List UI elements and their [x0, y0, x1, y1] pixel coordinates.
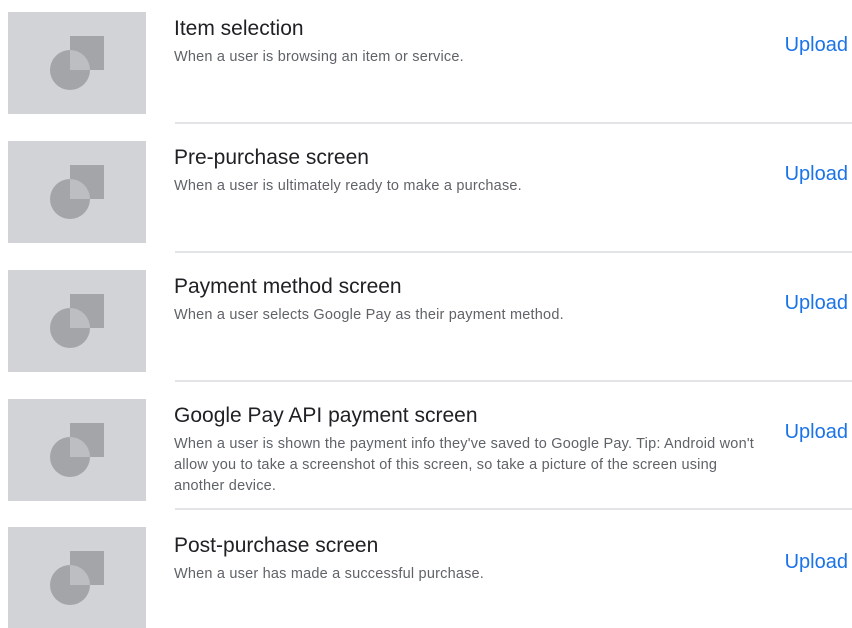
image-placeholder-icon — [50, 550, 104, 605]
screen-description: When a user selects Google Pay as their … — [174, 307, 564, 323]
screen-title: Item selection — [174, 17, 304, 40]
image-placeholder-icon — [50, 165, 104, 219]
image-placeholder-icon — [50, 423, 104, 477]
upload-button[interactable]: Upload — [785, 291, 848, 315]
screen-title: Pre-purchase screen — [174, 146, 369, 169]
screen-description: When a user is shown the payment info th… — [174, 436, 755, 494]
upload-button[interactable]: Upload — [785, 33, 848, 57]
image-placeholder-icon — [50, 294, 104, 348]
list-item: Item selection When a user is browsing a… — [0, 0, 852, 122]
screenshot-thumbnail — [8, 399, 146, 501]
screenshot-thumbnail — [8, 527, 146, 628]
screenshot-upload-list: Item selection When a user is browsing a… — [0, 0, 852, 628]
screen-title: Payment method screen — [174, 275, 402, 298]
screen-description: When a user has made a successful purcha… — [174, 566, 485, 582]
image-placeholder-icon — [50, 36, 104, 90]
list-item: Payment method screen When a user select… — [0, 253, 852, 380]
upload-button[interactable]: Upload — [785, 420, 848, 444]
list-item: Pre-purchase screen When a user is ultim… — [0, 124, 852, 251]
screen-description: When a user is browsing an item or servi… — [174, 49, 464, 65]
upload-button[interactable]: Upload — [785, 162, 848, 186]
screenshot-thumbnail — [8, 12, 146, 114]
list-item: Google Pay API payment screen When a use… — [0, 382, 852, 508]
screenshot-thumbnail — [8, 270, 146, 372]
screen-description: When a user is ultimately ready to make … — [174, 178, 522, 194]
screenshot-thumbnail — [8, 141, 146, 243]
screen-title: Google Pay API payment screen — [174, 404, 478, 427]
upload-button[interactable]: Upload — [785, 550, 848, 574]
screen-title: Post-purchase screen — [174, 534, 379, 557]
list-item: Post-purchase screen When a user has mad… — [0, 510, 852, 628]
